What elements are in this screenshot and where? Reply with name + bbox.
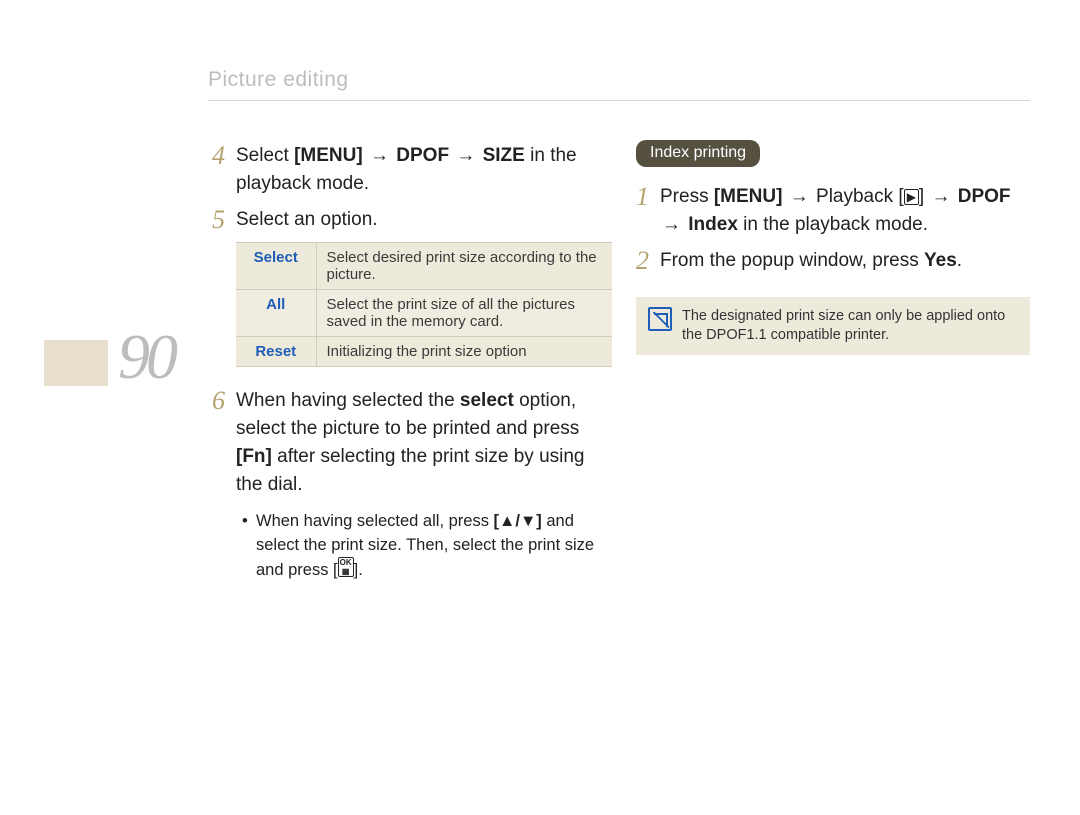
text: in the playback mode.: [738, 214, 928, 235]
section-pill: Index printing: [636, 140, 760, 167]
fn-key: [Fn]: [236, 446, 272, 467]
step-number: 4: [212, 142, 236, 170]
step-text: Press [MENU] → Playback [▶] → DPOF → Ind…: [660, 183, 1036, 239]
text: Press: [660, 186, 714, 207]
ok-bottom: ▦: [340, 567, 352, 576]
page: Picture editing 90 4 Select [MENU] → DPO…: [0, 0, 1080, 815]
right-column: Index printing 1 Press [MENU] → Playback…: [636, 140, 1036, 355]
arrow-icon: →: [931, 183, 950, 211]
page-number-background: [44, 340, 108, 386]
section-title: Picture editing: [208, 68, 349, 92]
note-text: The designated print size can only be ap…: [682, 307, 1018, 345]
note-box: The designated print size can only be ap…: [636, 297, 1030, 355]
page-number: 90: [118, 320, 174, 394]
text: ].: [354, 561, 363, 579]
step-1: 1 Press [MENU] → Playback [▶] → DPOF → I…: [636, 183, 1036, 239]
text: When having selected all, press: [256, 512, 494, 530]
step-number: 2: [636, 247, 660, 275]
arrow-icon: →: [456, 142, 475, 170]
table-row: Select Select desired print size accordi…: [236, 243, 612, 290]
select-word: select: [460, 390, 514, 411]
step-text: Select an option.: [236, 206, 378, 234]
option-key: All: [236, 290, 316, 337]
header-rule: [208, 100, 1030, 101]
text: Select: [236, 145, 294, 166]
bullet-text: When having selected all, press [▲/▼] an…: [256, 509, 612, 582]
playback-label: Playback: [811, 186, 899, 207]
step-number: 6: [212, 387, 236, 415]
options-table: Select Select desired print size accordi…: [236, 242, 612, 367]
option-desc: Select desired print size according to t…: [316, 243, 612, 290]
text: after selecting the print size by using …: [236, 446, 584, 495]
step-text: From the popup window, press Yes.: [660, 247, 962, 275]
menu-key: [MENU]: [714, 186, 783, 207]
step-6: 6 When having selected the select option…: [212, 387, 612, 499]
note-icon: [648, 307, 672, 331]
playback-key-icon: ▶: [904, 189, 919, 205]
sub-bullet: • When having selected all, press [▲/▼] …: [242, 509, 612, 582]
updown-key: [▲/▼]: [494, 512, 542, 530]
text: From the popup window, press: [660, 250, 924, 271]
step-number: 1: [636, 183, 660, 211]
step-4: 4 Select [MENU] → DPOF → SIZE in the pla…: [212, 142, 612, 198]
step-text: Select [MENU] → DPOF → SIZE in the playb…: [236, 142, 612, 198]
step-text: When having selected the select option, …: [236, 387, 612, 499]
index-label: Index: [683, 214, 738, 235]
step-5: 5 Select an option.: [212, 206, 612, 234]
ok-top: OK: [340, 558, 352, 567]
option-key: Reset: [236, 337, 316, 367]
bullet-dot: •: [242, 509, 256, 582]
left-column: 4 Select [MENU] → DPOF → SIZE in the pla…: [212, 142, 612, 582]
arrow-icon: →: [790, 183, 809, 211]
size-label: SIZE: [483, 145, 525, 166]
yes-label: Yes: [924, 250, 957, 271]
menu-key: [MENU]: [294, 145, 363, 166]
step-number: 5: [212, 206, 236, 234]
option-desc: Select the print size of all the picture…: [316, 290, 612, 337]
text: When having selected the: [236, 390, 460, 411]
arrow-icon: →: [370, 142, 389, 170]
table-row: All Select the print size of all the pic…: [236, 290, 612, 337]
option-desc: Initializing the print size option: [316, 337, 612, 367]
option-key: Select: [236, 243, 316, 290]
arrow-icon: →: [662, 211, 681, 239]
dpof-label: DPOF: [396, 145, 449, 166]
dpof-label: DPOF: [952, 186, 1010, 207]
step-2: 2 From the popup window, press Yes.: [636, 247, 1036, 275]
ok-key-icon: OK▦: [338, 557, 354, 577]
text: .: [957, 250, 962, 271]
table-row: Reset Initializing the print size option: [236, 337, 612, 367]
